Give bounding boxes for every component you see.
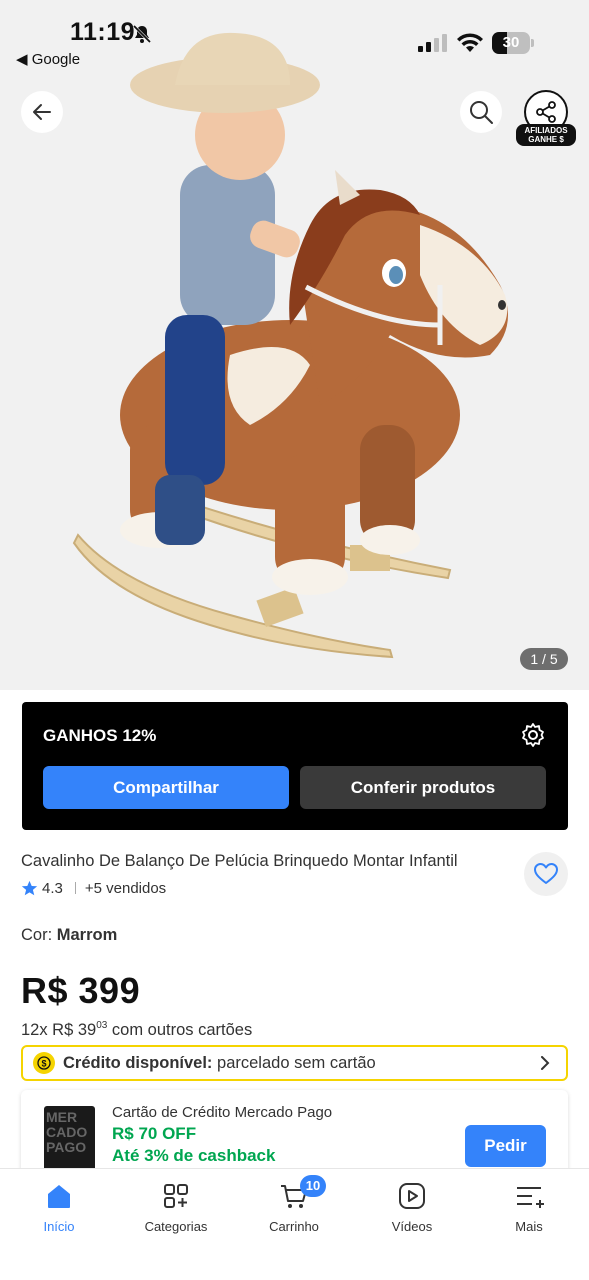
nav-cart[interactable]: 10 Carrinho [244,1175,344,1234]
share-icon [536,101,556,123]
request-card-button[interactable]: Pedir [465,1125,546,1167]
star-icon [21,880,38,895]
earnings-title: GANHOS 12% [43,726,157,745]
video-icon [399,1183,425,1209]
affiliate-badge[interactable]: AFILIADOS GANHE $ [516,124,576,146]
home-icon [48,1185,70,1208]
chevron-right-icon [541,1056,550,1070]
share-button[interactable]: Compartilhar [43,766,289,809]
product-title: Cavalinho De Balanço De Pelúcia Brinqued… [21,852,458,870]
rating-value: 4.3 [42,879,63,897]
credit-text: Crédito disponível: parcelado sem cartão [63,1053,376,1072]
gear-icon[interactable] [520,722,546,748]
cart-count-badge: 10 [300,1175,326,1197]
credit-card-thumbnail: MER CADO PAGO [44,1106,95,1176]
installments-info: 12x R$ 3903 com outros cartões [21,1020,253,1039]
product-gallery[interactable]: 11:19 ◀ Google 30 AFILIADOS GANHE $ 1 / … [0,0,589,690]
affiliate-earnings-card: GANHOS 12% Compartilhar Conferir produto… [22,702,568,830]
heart-icon [534,863,558,884]
color-label: Cor: [21,926,53,944]
more-icon [517,1187,544,1208]
nav-videos[interactable]: Vídeos [362,1181,462,1234]
search-icon [470,101,493,124]
back-button[interactable] [21,91,63,133]
color-value: Marrom [56,926,118,944]
rating-row[interactable]: 4.3 +5 vendidos [21,878,166,898]
sold-count: +5 vendidos [84,879,167,897]
svg-text:$: $ [41,1059,46,1069]
favorite-button[interactable] [524,852,568,896]
offer-title: Cartão de Crédito Mercado Pago [112,1104,333,1121]
product-price: R$ 399 [21,970,141,1011]
rating-divider [74,882,76,894]
search-button[interactable] [460,91,502,133]
image-counter: 1 / 5 [520,648,568,670]
categories-icon [164,1184,188,1208]
product-image [72,32,508,659]
bottom-navigation: Início Categorias 10 Carrinho Vídeos Mai… [0,1168,589,1280]
color-selector[interactable]: Cor: Marrom [21,926,117,945]
nav-more[interactable]: Mais [479,1181,579,1234]
nav-home[interactable]: Início [9,1181,109,1234]
nav-categories[interactable]: Categorias [126,1181,226,1234]
offer-discount: R$ 70 OFF [112,1124,197,1143]
offer-cashback: Até 3% de cashback [112,1146,276,1165]
check-products-button[interactable]: Conferir produtos [300,766,546,809]
credit-available-banner[interactable]: $ Crédito disponível: parcelado sem cart… [21,1045,568,1081]
arrow-left-icon [33,104,51,120]
coin-icon: $ [33,1052,55,1074]
